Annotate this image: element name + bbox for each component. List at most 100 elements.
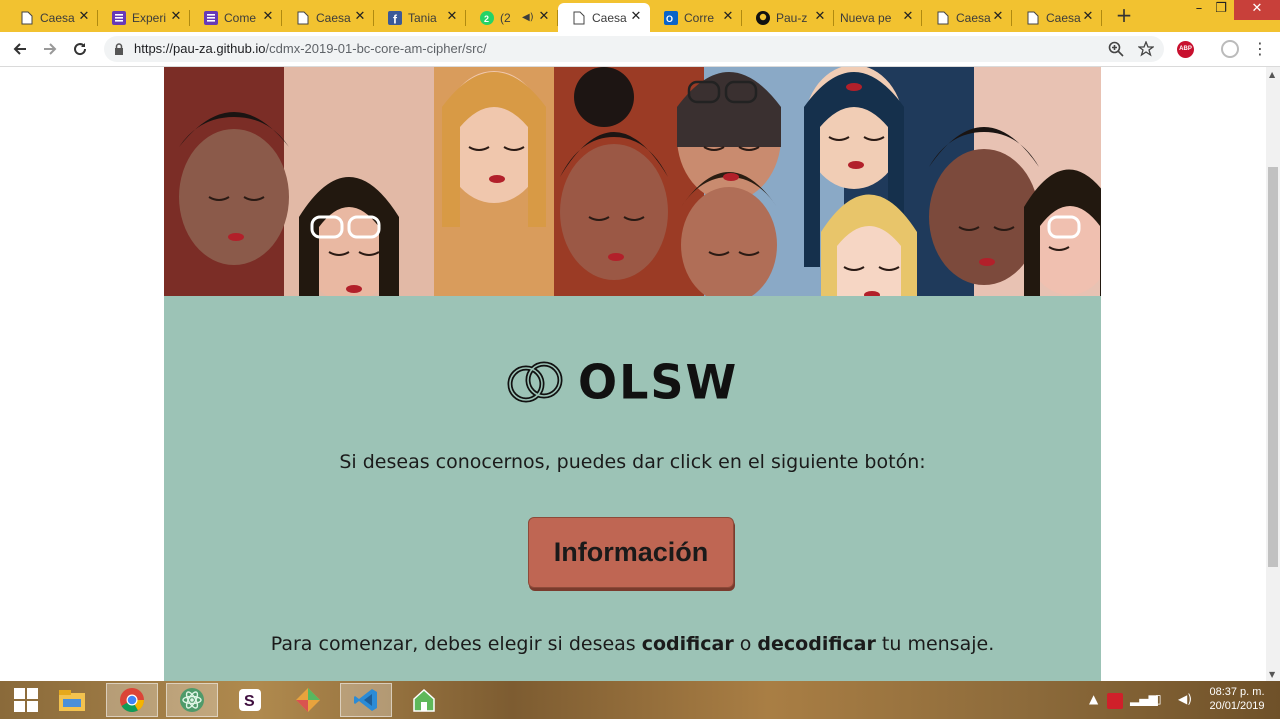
battery-icon[interactable]: ▯: [1155, 692, 1162, 706]
start-button[interactable]: [0, 683, 52, 717]
close-icon[interactable]: ✕: [1080, 9, 1096, 25]
speaker-icon[interactable]: ◀): [522, 12, 534, 23]
network-icon[interactable]: ▂▄▆: [1130, 692, 1158, 706]
file-explorer-icon[interactable]: [46, 683, 98, 717]
whatsapp-icon: 2: [480, 10, 494, 25]
tab-tania[interactable]: f Tania ✕: [374, 3, 466, 32]
tab-caesar-3[interactable]: Caesa ✕: [922, 3, 1012, 32]
gitkraken-icon[interactable]: [282, 683, 334, 717]
volume-icon[interactable]: ◀): [1178, 692, 1192, 706]
reload-button[interactable]: [69, 38, 91, 60]
home-app-icon[interactable]: [398, 683, 450, 717]
page-viewport: OLSW Si deseas conocernos, puedes dar cl…: [0, 67, 1266, 681]
facebook-icon: f: [388, 10, 402, 25]
tab-label: Corre: [684, 10, 715, 25]
back-button[interactable]: [9, 38, 31, 60]
tab-label: Come: [224, 10, 257, 25]
arrow-left-icon: [13, 43, 26, 55]
close-icon[interactable]: ✕: [990, 9, 1006, 25]
intro-text: Si deseas conocernos, puedes dar click e…: [339, 451, 926, 473]
close-icon[interactable]: ✕: [352, 9, 368, 25]
antivirus-icon[interactable]: [1107, 693, 1123, 709]
document-icon: [296, 11, 310, 25]
url-text: https://pau-za.github.io/cdmx-2019-01-bc…: [134, 41, 487, 56]
decode-keyword: decodificar: [757, 633, 876, 655]
tab-caesar-4[interactable]: Caesa ✕: [1012, 3, 1102, 32]
atom-icon[interactable]: [166, 683, 218, 717]
document-icon: [1026, 11, 1040, 25]
tab-label: (2: [500, 10, 511, 25]
tab-label: Caesa: [1046, 10, 1081, 25]
close-icon[interactable]: ✕: [720, 9, 736, 25]
browser-toolbar: https://pau-za.github.io/cdmx-2019-01-bc…: [0, 32, 1280, 67]
interlocking-links-icon: [507, 361, 563, 403]
window-close-button[interactable]: ✕: [1234, 0, 1280, 20]
star-icon[interactable]: [1138, 41, 1154, 57]
outlook-icon: O: [664, 10, 678, 25]
tab-label: Experi: [132, 10, 167, 25]
tab-label: Caesa: [316, 10, 351, 25]
windows-taskbar: S ▲ ▂▄▆ ▯ ◀) 08:37 p. m. 20/01/2019: [0, 681, 1280, 719]
close-icon[interactable]: ✕: [900, 9, 916, 25]
windows-logo-icon: [14, 688, 38, 712]
logo-wordmark: OLSW: [578, 354, 739, 410]
show-hidden-icons[interactable]: ▲: [1089, 692, 1098, 706]
brand-logo: OLSW: [506, 354, 738, 410]
close-icon[interactable]: ✕: [812, 9, 828, 25]
tab-new-page[interactable]: Nueva pe ✕: [834, 3, 922, 32]
hero-illustration: [164, 67, 1101, 296]
tab-label: Caesa: [956, 10, 991, 25]
tab-label: Nueva pe: [840, 10, 892, 25]
start-instructions: Para comenzar, debes elegir si deseas co…: [270, 633, 995, 655]
tab-whatsapp[interactable]: 2 (2 ◀) ✕: [466, 3, 558, 32]
lock-icon: [115, 43, 123, 55]
close-icon[interactable]: ✕: [76, 9, 92, 25]
tab-label: Pau-z: [776, 10, 808, 25]
vscode-icon[interactable]: [340, 683, 392, 717]
clock-time: 08:37 p. m.: [1209, 686, 1265, 698]
close-icon[interactable]: ✕: [536, 9, 552, 25]
tab-caesar-active[interactable]: Caesa ✕: [558, 3, 650, 32]
reload-icon: [74, 43, 87, 56]
tab-outlook[interactable]: O Corre ✕: [650, 3, 742, 32]
close-icon[interactable]: ✕: [260, 9, 276, 25]
close-icon[interactable]: ✕: [444, 9, 460, 25]
clock-date: 20/01/2019: [1209, 700, 1265, 712]
new-tab-button[interactable]: +: [1114, 5, 1134, 25]
svg-text:O: O: [666, 14, 673, 24]
form-icon: [112, 10, 126, 25]
close-icon[interactable]: ✕: [168, 9, 184, 25]
menu-icon[interactable]: ⋮: [1252, 40, 1268, 58]
scroll-down-icon[interactable]: ▼: [1269, 670, 1275, 679]
profile-avatar[interactable]: [1221, 40, 1239, 58]
tab-caesar-1[interactable]: Caesa ✕: [6, 3, 98, 32]
system-clock[interactable]: 08:37 p. m. 20/01/2019: [1202, 685, 1272, 713]
scroll-up-icon[interactable]: ▲: [1269, 70, 1275, 79]
tab-label: Tania: [408, 10, 437, 25]
zoom-icon[interactable]: [1108, 41, 1124, 57]
tab-label: Caesa: [40, 10, 75, 25]
tab-come[interactable]: Come ✕: [190, 3, 282, 32]
address-bar[interactable]: https://pau-za.github.io/cdmx-2019-01-bc…: [104, 36, 1164, 62]
github-icon: [756, 10, 770, 25]
scroll-thumb[interactable]: [1268, 167, 1278, 567]
welcome-panel: OLSW Si deseas conocernos, puedes dar cl…: [164, 296, 1101, 681]
svg-text:S: S: [244, 693, 255, 710]
svg-text:2: 2: [484, 14, 489, 24]
tab-label: Caesa: [592, 10, 627, 25]
encode-keyword: codificar: [641, 633, 734, 655]
form-icon: [204, 10, 218, 25]
close-icon[interactable]: ✕: [628, 9, 644, 25]
chrome-icon[interactable]: [106, 683, 158, 717]
vertical-scrollbar[interactable]: ▲ ▼: [1266, 67, 1280, 681]
document-icon: [20, 11, 34, 25]
slack-icon[interactable]: S: [224, 683, 276, 717]
tab-experi[interactable]: Experi ✕: [98, 3, 190, 32]
restore-button[interactable]: ❐: [1206, 0, 1236, 20]
adblock-icon[interactable]: ABP: [1177, 41, 1194, 58]
tab-github[interactable]: Pau-z ✕: [742, 3, 834, 32]
forward-button[interactable]: [39, 38, 61, 60]
tab-caesar-2[interactable]: Caesa ✕: [282, 3, 374, 32]
info-button[interactable]: Información: [528, 517, 734, 588]
page-content: OLSW Si deseas conocernos, puedes dar cl…: [164, 67, 1101, 681]
